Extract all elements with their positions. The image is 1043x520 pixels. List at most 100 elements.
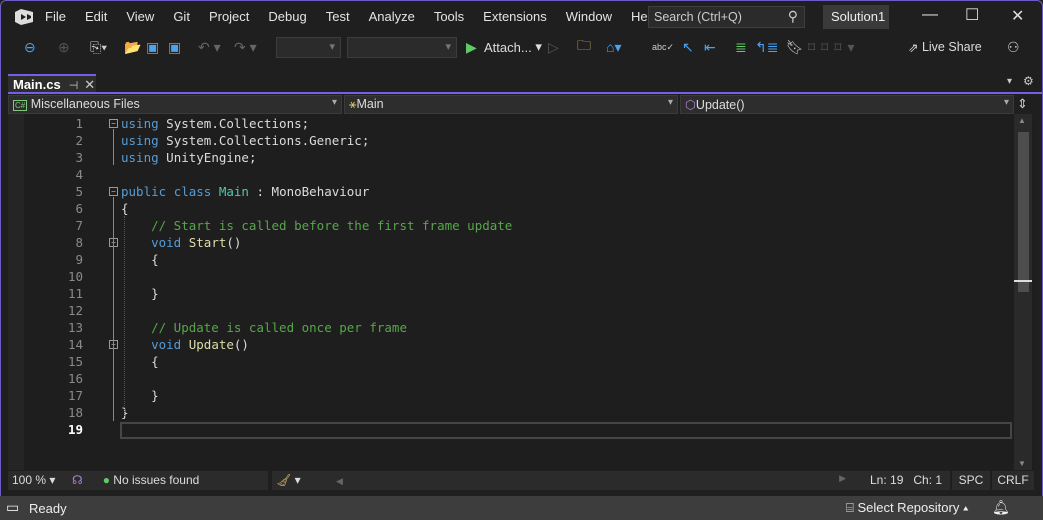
new-item-icon[interactable]: ⎘▾ [90,36,107,58]
line-number: Ln: 19 [870,473,904,487]
code-token: UnityEngine; [158,150,257,165]
code-token: // Update is called once per frame [121,320,407,335]
code-cleanup-button[interactable]: 🧹︎ ▾ [272,471,332,490]
code-token: using [121,150,159,165]
member-label: Update() [695,98,745,112]
code-editor[interactable] [8,114,1034,470]
project-dropdown[interactable]: C# Miscellaneous Files ▾ [8,95,342,114]
platform-dropdown[interactable] [347,37,457,58]
code-token: // Start is called before the first fram… [121,218,513,233]
zoom-dropdown[interactable]: 100 % ▾ [8,471,68,490]
uncomment-icon[interactable]: ↰≣ [755,36,778,58]
menu-git[interactable]: Git [173,9,190,24]
browser-icon[interactable]: ⌂▾ [606,36,621,58]
search-icon: ⚲ [787,8,798,24]
code-token: System.Collections.Generic; [158,133,370,148]
open-folder-icon[interactable]: 📂 [124,36,141,58]
attach-button[interactable]: Attach... ▾ [484,36,542,58]
line-number: 10 [67,269,83,284]
menu-project[interactable]: Project [209,9,249,24]
line-number: 14 [67,337,83,352]
check-icon: ● [102,473,110,487]
line-number: 8 [75,235,83,250]
split-icon[interactable]: ⇕ [1017,96,1028,112]
tab-main-cs[interactable]: Main.cs ⊣ ✕ [8,74,96,93]
tab-close-icon[interactable]: ✕ [84,77,95,92]
code-token: void [151,337,182,352]
comment-icon[interactable]: ≣ [735,36,747,58]
vertical-scrollbar[interactable]: ▲ ▼ [1014,114,1032,470]
back-button[interactable]: ⊖ [24,36,36,58]
scrollbar-thumb[interactable] [1018,132,1029,292]
line-number: 12 [67,303,83,318]
line-number: 1 [75,116,83,131]
configuration-dropdown[interactable] [276,37,341,58]
minimize-button[interactable]: — [922,6,938,24]
collapse-icon[interactable]: − [109,119,118,128]
class-icon: ⚹ [349,97,357,111]
broom-icon: 🧹︎ [276,473,292,487]
collapse-icon[interactable]: − [109,187,118,196]
status-ready: Ready [29,501,67,516]
bookmark-nav-icons[interactable]: ⌑⌑⌑▾ [808,36,861,58]
whitespace-indicator[interactable]: SPC [952,471,990,490]
forward-button[interactable]: ⊕ [58,36,70,58]
feedback-icon[interactable]: ⚇ [1007,36,1020,58]
menu-edit[interactable]: Edit [85,9,107,24]
menu-file[interactable]: File [45,9,66,24]
fold-guide [113,197,114,421]
code-token: () [226,235,242,250]
undo-icon[interactable]: ↶ ▾ [198,36,221,58]
solution-name[interactable]: Solution1 [823,5,889,29]
code-line: using System.Collections.Generic; [121,132,369,149]
menu-debug[interactable]: Debug [268,9,306,24]
live-share-button[interactable]: ⇗ Live Share [908,36,982,58]
find-in-files-icon[interactable]: 🗀 [577,36,591,58]
tab-label: Main.cs [13,77,61,92]
code-token: { [121,354,159,369]
spell-check-icon[interactable]: abc✓ [652,36,674,58]
code-line: void Update() [121,336,249,353]
code-line: } [121,387,159,404]
menu-tools[interactable]: Tools [434,9,464,24]
notifications-icon[interactable]: 🔔︎ [992,499,1010,516]
menu-window[interactable]: Window [566,9,612,24]
menu-extensions[interactable]: Extensions [483,9,547,24]
csharp-icon: C# [13,100,28,111]
menu-test[interactable]: Test [326,9,350,24]
output-icon: ▭ [6,499,20,515]
class-label: Main [356,97,384,111]
start-without-debug-icon[interactable]: ▷ [548,36,559,58]
format-icon[interactable]: ⇤ [704,36,716,58]
code-line: // Update is called once per frame [121,319,407,336]
line-number: 16 [67,371,83,386]
line-ending-indicator[interactable]: CRLF [992,471,1034,490]
menu-view[interactable]: View [126,9,154,24]
menu-analyze[interactable]: Analyze [369,9,415,24]
horizontal-scrollbar[interactable]: ◀ ▶ [332,471,852,490]
code-token: public [121,184,167,199]
line-number: 17 [67,388,83,403]
close-button[interactable]: ✕ [1011,6,1024,26]
code-token: : MonoBehaviour [248,184,370,199]
search-input[interactable]: Search (Ctrl+Q) ⚲ [648,6,805,28]
start-icon[interactable]: ▶ [466,36,477,58]
maximize-button[interactable]: ☐ [965,5,979,25]
redo-icon[interactable]: ↷ ▾ [234,36,257,58]
tab-list-icon[interactable]: ▾ [1007,76,1012,87]
save-all-icon[interactable]: ▣ [168,36,181,58]
bookmark-icon[interactable]: 🔖︎ [786,36,804,58]
save-icon[interactable]: ▣ [146,36,159,58]
member-dropdown[interactable]: ⬡Update() ▾ [680,95,1014,114]
code-line: using System.Collections; [121,115,309,132]
class-dropdown[interactable]: ⚹Main ▾ [344,95,678,114]
select-icon[interactable]: ↖ [682,36,694,58]
pin-icon[interactable]: ⊣ [69,80,79,92]
issues-indicator[interactable]: ☊ ● No issues found [68,471,268,490]
gear-icon[interactable]: ⚙ [1023,74,1034,88]
code-line: void Start() [121,234,241,251]
select-repository-button[interactable]: ⌸ Select Repository ▴ [846,500,968,516]
